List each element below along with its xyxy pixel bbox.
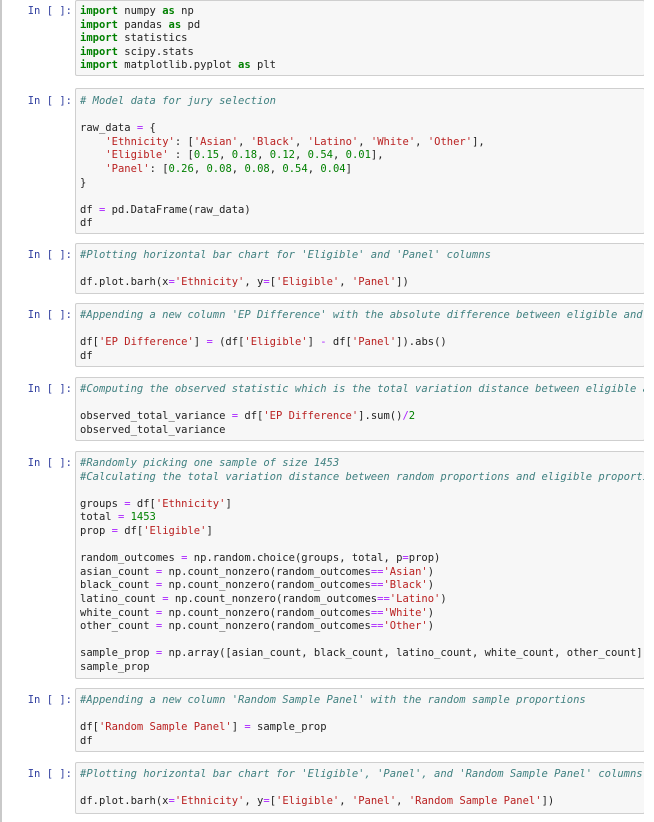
code-line: df['Random Sample Panel'] = sample_prop [80,721,327,734]
code-line: total = 1453 [80,511,156,524]
notebook: In [ ]: import numpy as np import pandas … [0,0,654,822]
code-line: #Calculating the total variation distanc… [80,470,645,483]
code-input[interactable]: #Plotting horizontal bar chart for 'Elig… [75,762,645,814]
right-edge [644,0,654,822]
cell-prompt: In [ ]: [27,249,72,261]
code-input[interactable]: #Appending a new column 'Random Sample P… [75,688,645,752]
code-line: black_count = np.count_nonzero(random_ou… [80,579,435,592]
code-text[interactable]: #Plotting horizontal bar chart for 'Elig… [76,244,644,290]
code-text[interactable]: #Appending a new column 'Random Sample P… [76,689,644,748]
code-line: #Appending a new column 'Random Sample P… [80,694,586,706]
code-line: df.plot.barh(x='Ethnicity', y=['Eligible… [80,276,409,289]
code-line: prop = df['Eligible'] [80,524,213,537]
code-line: import statistics [80,32,188,45]
cell-prompt: In [ ]: [27,768,72,780]
cell-prompt: In [ ]: [27,95,72,107]
cell-prompt: In [ ]: [27,5,72,17]
code-text[interactable]: #Appending a new column 'EP Difference' … [76,304,644,363]
code-line: 'Panel': [0.26, 0.08, 0.08, 0.54, 0.04] [105,162,352,175]
code-line: #Plotting horizontal bar chart for 'Elig… [80,249,491,261]
cell-prompt: In [ ]: [27,694,72,706]
cell-prompt: In [ ]: [27,383,72,395]
code-line: asian_count = np.count_nonzero(random_ou… [80,565,435,578]
code-line: #Appending a new column 'EP Difference' … [80,309,645,321]
code-text[interactable]: import numpy as np import pandas as pd imp… [76,1,644,73]
code-line: df [80,349,93,362]
code-text[interactable]: #Plotting horizontal bar chart for 'Elig… [76,763,644,809]
code-line: 'Ethnicity': ['Asian', 'Black', 'Latino'… [105,135,485,148]
code-input[interactable]: import numpy as np import pandas as pd imp… [75,0,645,76]
code-line: import numpy as np [80,5,194,17]
code-line: white_count = np.count_nonzero(random_ou… [80,606,435,619]
code-line: random_outcomes = np.random.choice(group… [80,552,441,565]
code-text[interactable]: # Model data for jury selection raw_data… [76,89,644,231]
code-line: df.plot.barh(x='Ethnicity', y=['Eligible… [80,795,555,808]
code-line: # Model data for jury selection [80,95,276,107]
code-text[interactable]: #Computing the observed statistic which … [76,378,644,437]
code-line: #Plotting horizontal bar chart for 'Elig… [80,768,643,780]
cell-prompt: In [ ]: [27,457,72,469]
cell-prompt: In [ ]: [27,309,72,321]
code-line: groups = df['Ethnicity'] [80,497,232,510]
code-line: import pandas as pd [80,18,201,31]
code-line: df['EP Difference'] = (df['Eligible'] - … [80,336,447,349]
code-input[interactable]: # Model data for jury selection raw_data… [75,88,645,234]
code-line: sample_prop [80,660,150,673]
code-line: latino_count = np.count_nonzero(random_o… [80,592,447,605]
code-input[interactable]: #Appending a new column 'EP Difference' … [75,303,645,367]
code-line: observed_total_variance = df['EP Differe… [80,410,416,423]
code-line: sample_prop = np.array([asian_count, bla… [80,647,645,660]
code-line: other_count = np.count_nonzero(random_ou… [80,620,435,633]
code-line: } [80,176,87,189]
code-line: df [80,217,93,230]
code-input[interactable]: #Plotting horizontal bar chart for 'Elig… [75,243,645,294]
code-line: #Randomly picking one sample of size 145… [80,457,340,469]
code-line: import scipy.stats [80,45,194,58]
code-line: import matplotlib.pyplot as plt [80,59,276,72]
code-text[interactable]: #Randomly picking one sample of size 145… [76,452,644,675]
code-line: raw_data = { [80,122,156,135]
code-input[interactable]: #Randomly picking one sample of size 145… [75,451,645,679]
code-line: #Computing the observed statistic which … [80,383,645,395]
code-line: 'Eligible' : [0.15, 0.18, 0.12, 0.54, 0.… [105,149,384,162]
code-line: df = pd.DataFrame(raw_data) [80,203,251,216]
code-input[interactable]: #Computing the observed statistic which … [75,377,645,441]
code-line: df [80,734,93,747]
code-line: observed_total_variance [80,423,226,436]
